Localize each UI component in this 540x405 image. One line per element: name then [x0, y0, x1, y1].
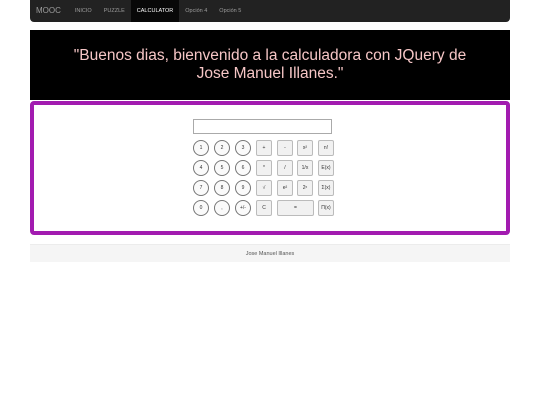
- key-pi[interactable]: Π(x): [318, 200, 334, 216]
- key-1[interactable]: 1: [193, 140, 209, 156]
- key-factorial[interactable]: n!: [318, 140, 334, 156]
- key-9[interactable]: 9: [235, 180, 251, 196]
- nav-item-puzzle[interactable]: PUZZLE: [98, 0, 131, 22]
- key-reciprocal[interactable]: 1/x: [297, 160, 313, 176]
- key-multiply[interactable]: *: [256, 160, 272, 176]
- key-comma[interactable]: ,: [214, 200, 230, 216]
- footer-author: Jose Manuel Illanes: [245, 250, 295, 257]
- key-two-pow-x[interactable]: 2ˣ: [297, 180, 313, 196]
- key-minus[interactable]: -: [277, 140, 293, 156]
- key-4[interactable]: 4: [193, 160, 209, 176]
- calculator-panel: 1 2 3 + - x² n! 4 5 6 * / 1/x E(x) 7 8 9…: [30, 101, 510, 235]
- footer: Jose Manuel Illanes: [30, 244, 510, 262]
- key-e-squared[interactable]: e²: [277, 180, 293, 196]
- key-e-x[interactable]: E(x): [318, 160, 334, 176]
- key-clear[interactable]: C: [256, 200, 272, 216]
- nav-item-opcion-5[interactable]: Opción 5: [213, 0, 247, 22]
- calculator-display[interactable]: [193, 119, 332, 134]
- key-sign[interactable]: +/-: [235, 200, 251, 216]
- nav-item-opcion-4[interactable]: Opción 4: [179, 0, 213, 22]
- key-sigma[interactable]: Σ(x): [318, 180, 334, 196]
- key-2[interactable]: 2: [214, 140, 230, 156]
- brand-link[interactable]: MOOC: [30, 0, 69, 22]
- key-equals[interactable]: =: [277, 200, 314, 216]
- key-plus[interactable]: +: [256, 140, 272, 156]
- top-navbar: MOOC INICIO PUZZLE CALCULATOR Opción 4 O…: [30, 0, 510, 22]
- key-6[interactable]: 6: [235, 160, 251, 176]
- key-3[interactable]: 3: [235, 140, 251, 156]
- key-7[interactable]: 7: [193, 180, 209, 196]
- key-sqrt[interactable]: √: [256, 180, 272, 196]
- nav-item-calculator[interactable]: CALCULATOR: [130, 0, 180, 22]
- key-5[interactable]: 5: [214, 160, 230, 176]
- welcome-banner: "Buenos dias, bienvenido a la calculador…: [30, 30, 510, 100]
- key-divide[interactable]: /: [277, 160, 293, 176]
- key-square[interactable]: x²: [297, 140, 313, 156]
- welcome-message: "Buenos dias, bienvenido a la calculador…: [73, 47, 467, 82]
- nav-item-inicio[interactable]: INICIO: [69, 0, 98, 22]
- key-8[interactable]: 8: [214, 180, 230, 196]
- key-0[interactable]: 0: [193, 200, 209, 216]
